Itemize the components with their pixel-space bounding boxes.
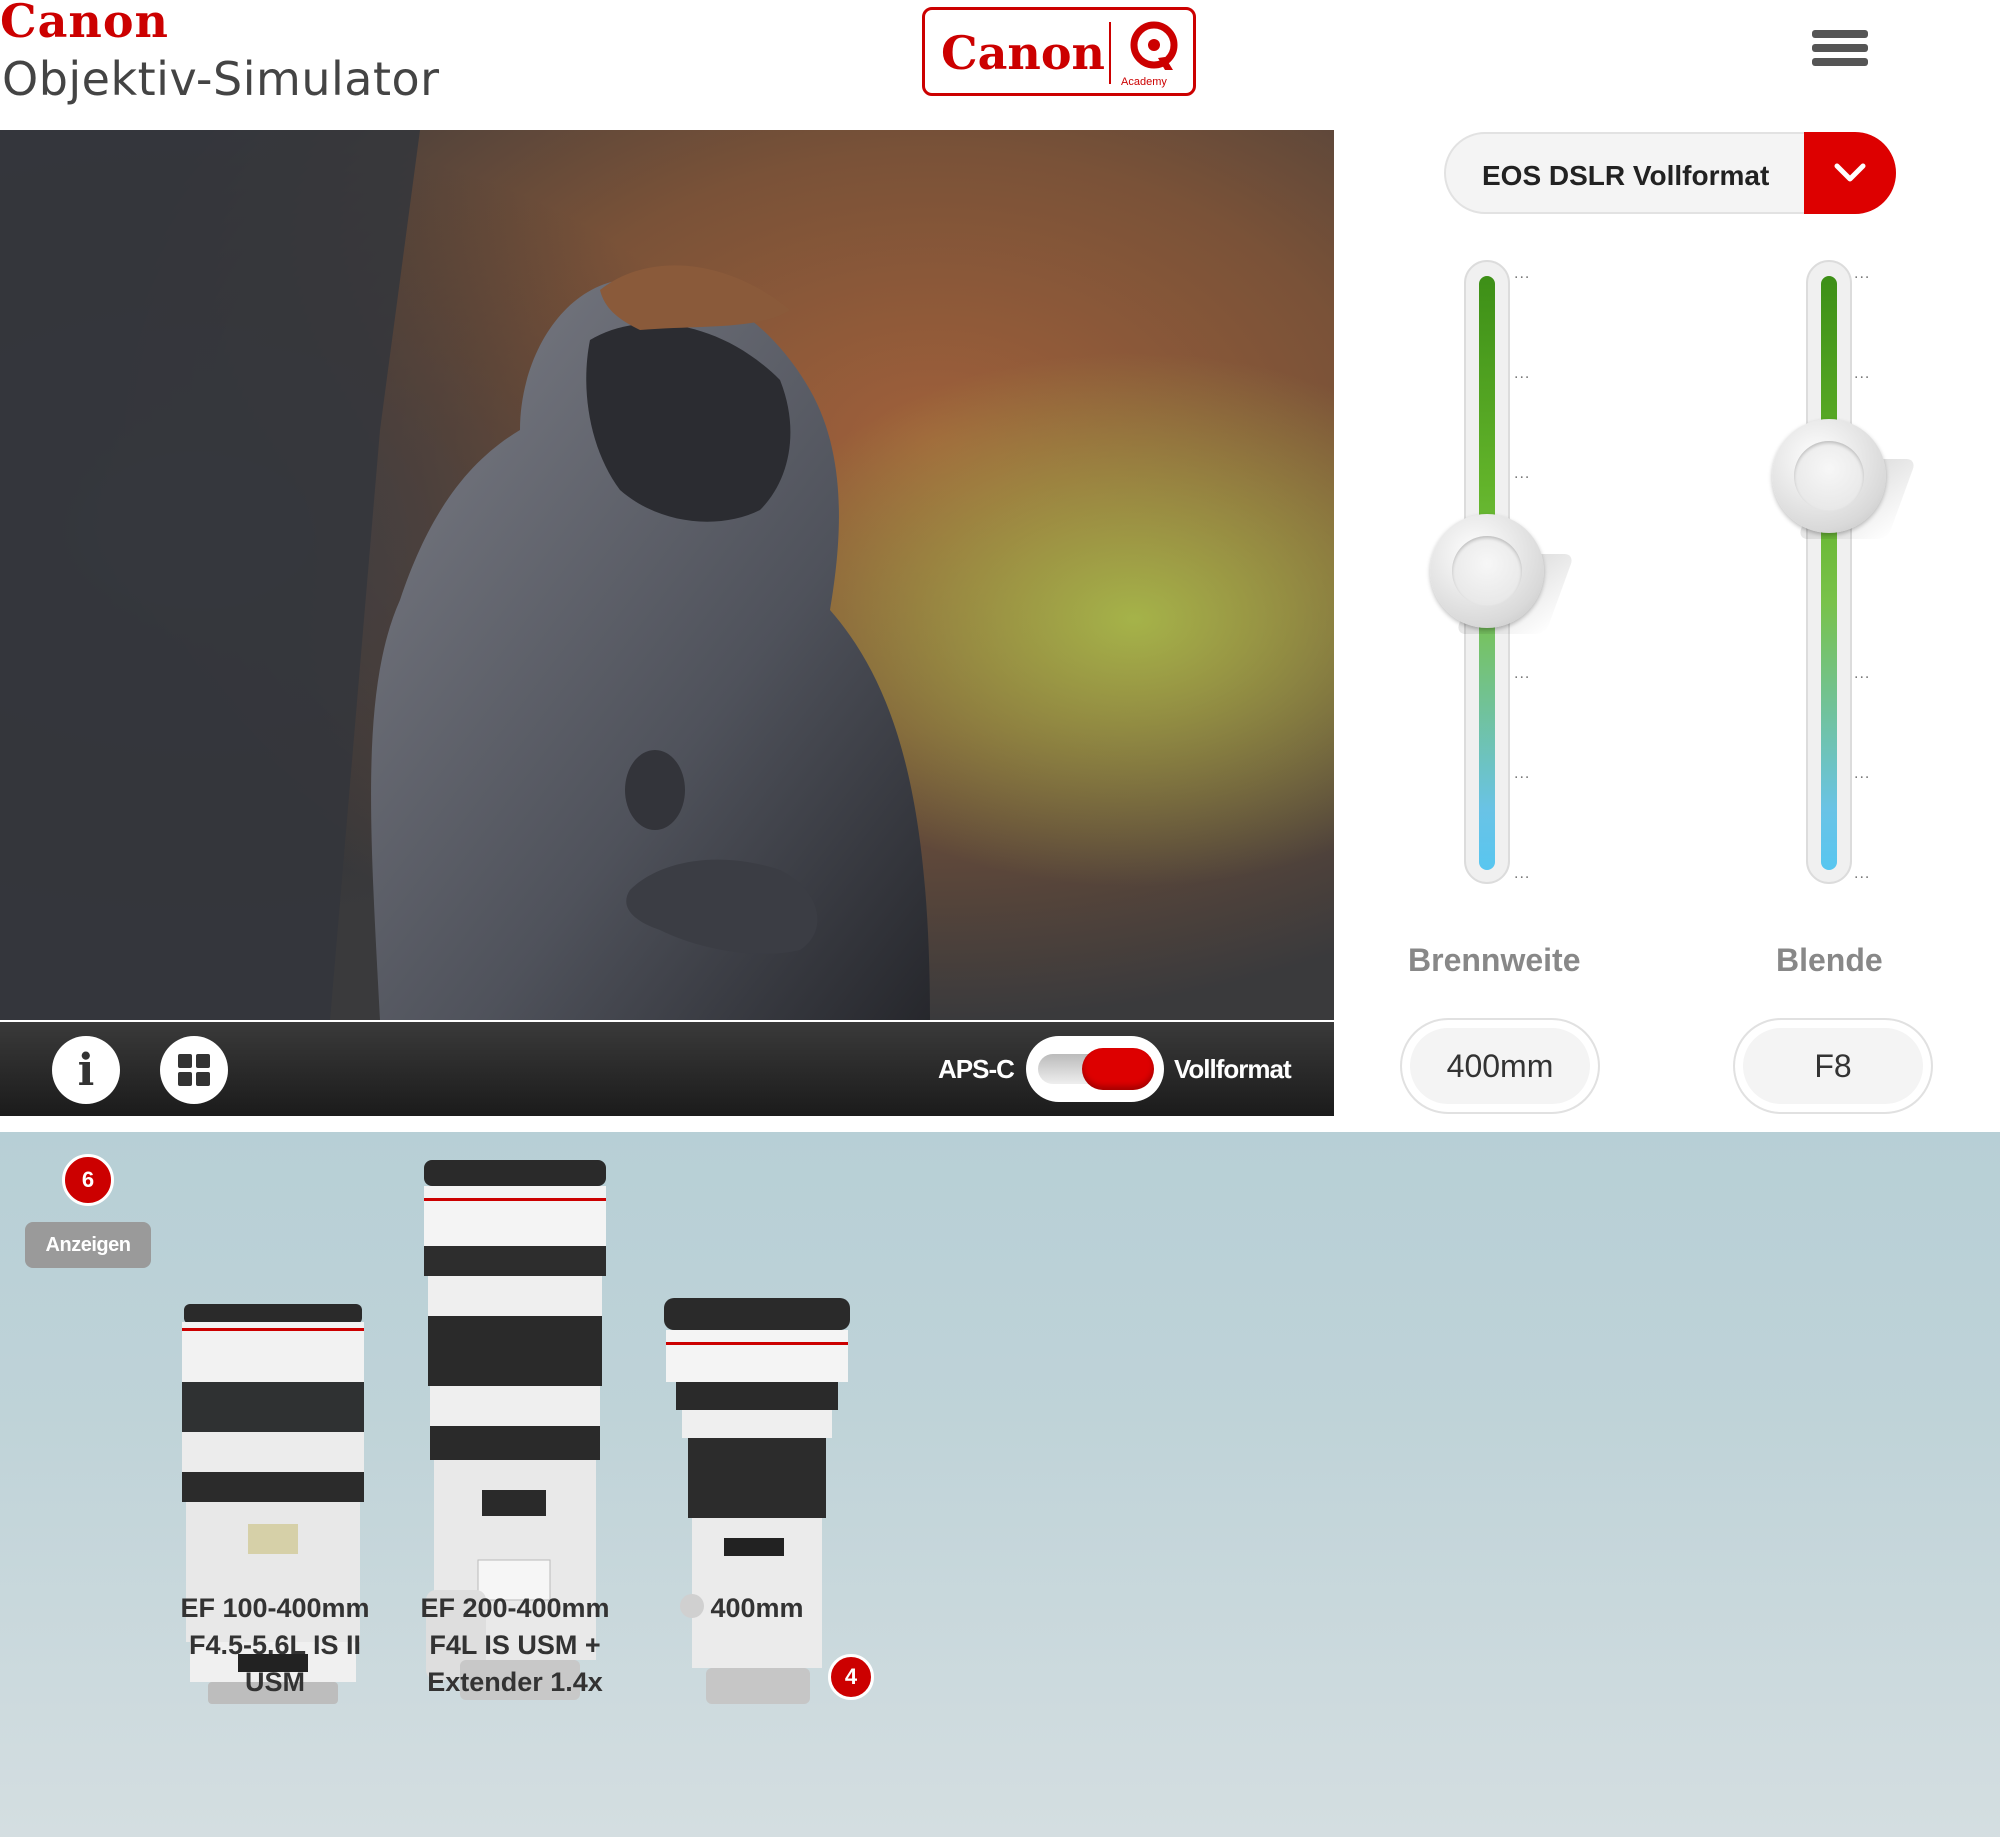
chevron-down-icon: [1834, 163, 1866, 182]
lens-name: EF 200-400mm F4L IS USM + Extender 1.4x: [420, 1593, 610, 1697]
sensor-format-toggle[interactable]: [1026, 1036, 1164, 1102]
slider-tick: ...: [1514, 365, 1531, 382]
academy-logo-sub: Academy: [1121, 76, 1167, 88]
slider-tick: ...: [1514, 465, 1531, 482]
slider-tick: ...: [1854, 365, 1871, 382]
camera-select-dropdown-button[interactable]: [1804, 132, 1896, 214]
slider-tick: ...: [1514, 665, 1531, 682]
aperture-value[interactable]: F8: [1733, 1018, 1933, 1114]
slider-tick: ...: [1514, 865, 1531, 882]
canon-logo: Canon: [0, 0, 169, 48]
academy-logo-word: Canon: [941, 26, 1105, 80]
slider-tick: ...: [1854, 265, 1871, 282]
camera-type-select[interactable]: EOS DSLR Vollformat: [1444, 132, 1896, 214]
lens-count-badge: 6: [62, 1154, 114, 1206]
info-button[interactable]: i: [52, 1036, 120, 1104]
toggle-knob: [1082, 1048, 1154, 1090]
grid-button[interactable]: [160, 1036, 228, 1104]
academy-logo-separator: [1109, 22, 1111, 84]
slider-tick: ...: [1854, 865, 1871, 882]
slider-tick: ...: [1854, 765, 1871, 782]
lens-panel: 6 Anzeigen EF 100-400mm F4.5-5.6L IS II …: [0, 1132, 2000, 1837]
toggle-label-apsc[interactable]: APS-C: [938, 1054, 1015, 1085]
aperture-label: Blende: [1776, 942, 1883, 978]
lens-name: 400mm: [710, 1593, 804, 1623]
aperture-slider[interactable]: [1806, 260, 1852, 884]
lens-variant-badge: 4: [828, 1654, 874, 1700]
toggle-label-fullframe[interactable]: Vollformat: [1174, 1054, 1292, 1085]
slider-tick: ...: [1514, 265, 1531, 282]
show-lenses-button[interactable]: Anzeigen: [25, 1222, 151, 1268]
aperture-slider-fill: [1821, 276, 1837, 870]
preview-photo: [0, 130, 1334, 1020]
canon-academy-logo[interactable]: Canon Academy: [922, 7, 1196, 96]
grid-icon: [178, 1054, 210, 1086]
focal-slider-handle[interactable]: [1430, 514, 1575, 634]
focal-length-value[interactable]: 400mm: [1400, 1018, 1600, 1114]
slider-tick: ...: [1854, 665, 1871, 682]
lens-item-400mm[interactable]: [662, 1298, 852, 1708]
lens-name: EF 100-400mm F4.5-5.6L IS II USM: [180, 1593, 370, 1697]
app-title: Objektiv-Simulator: [2, 52, 440, 106]
lens-image: [664, 1298, 850, 1704]
focal-length-label: Brennweite: [1408, 942, 1581, 978]
aperture-slider-handle[interactable]: [1772, 418, 1917, 539]
slider-tick: ...: [1514, 765, 1531, 782]
photo-toolbar: i APS-C Vollformat: [0, 1022, 1334, 1116]
academy-q-icon: [1130, 21, 1178, 70]
info-icon: i: [77, 1044, 95, 1096]
hamburger-menu-icon[interactable]: [1812, 30, 1868, 74]
camera-type-value: EOS DSLR Vollformat: [1482, 160, 1770, 191]
